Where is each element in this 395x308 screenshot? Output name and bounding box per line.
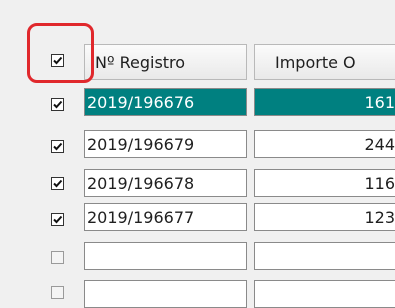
cell-importe-value: 116 (364, 173, 395, 193)
cell-registro-value: 2019/196676 (87, 92, 195, 112)
cell-importe-value: 123 (364, 207, 395, 227)
row-checkbox[interactable] (51, 98, 64, 111)
cell-importe[interactable]: 244 (254, 130, 395, 158)
cell-importe-value: 161 (364, 92, 395, 112)
cell-importe[interactable]: 123 (254, 203, 395, 231)
cell-registro-value: 2019/196679 (87, 134, 195, 154)
row-checkbox[interactable] (51, 286, 64, 299)
cell-registro-value: 2019/196677 (87, 207, 195, 227)
column-header-importe[interactable]: Importe O (254, 44, 395, 80)
row-checkbox[interactable] (51, 213, 64, 226)
column-header-registro[interactable]: Nº Registro (84, 44, 247, 80)
checkmark-icon (53, 100, 63, 109)
row-checkbox[interactable] (51, 140, 64, 153)
cell-importe[interactable] (254, 242, 395, 270)
cell-registro[interactable]: 2019/196678 (84, 169, 247, 197)
cell-importe[interactable]: 116 (254, 169, 395, 197)
checkmark-icon (53, 142, 63, 151)
cell-importe[interactable]: 161 (254, 88, 395, 116)
column-header-importe-label: Importe O (275, 52, 356, 72)
cell-registro[interactable]: 2019/196679 (84, 130, 247, 158)
column-header-registro-label: Nº Registro (95, 52, 186, 72)
checkmark-icon (53, 215, 63, 224)
cell-registro[interactable]: 2019/196676 (84, 88, 247, 116)
highlight-annotation (27, 23, 94, 83)
cell-importe-value: 244 (364, 134, 395, 154)
cell-importe[interactable] (254, 280, 395, 308)
cell-registro-value: 2019/196678 (87, 173, 195, 193)
cell-registro[interactable]: 2019/196677 (84, 203, 247, 231)
row-checkbox[interactable] (51, 251, 64, 264)
cell-registro[interactable] (84, 280, 247, 308)
data-grid: Nº Registro Importe O 2019/196676 161 20… (0, 0, 395, 308)
checkmark-icon (53, 179, 63, 188)
cell-registro[interactable] (84, 242, 247, 270)
row-checkbox[interactable] (51, 177, 64, 190)
